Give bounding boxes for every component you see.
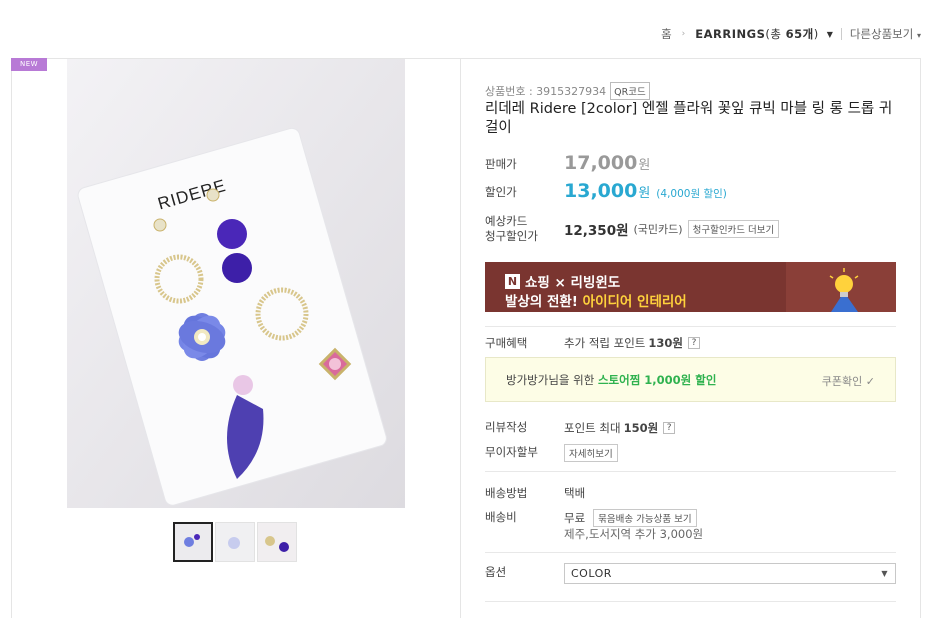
card-label-line1: 예상카드	[485, 214, 528, 228]
installment-label: 무이자할부	[485, 445, 538, 459]
caret-down-icon[interactable]: ▼	[827, 30, 833, 39]
caret-down-icon: ▾	[916, 31, 921, 40]
product-info-panel: 상품번호 : 3915327934 QR코드 리데레 Ridere [2colo…	[460, 58, 921, 618]
shipping-fee-value: 무료	[564, 511, 586, 525]
sale-price-value: 17,000	[564, 152, 638, 174]
product-id: 상품번호 : 3915327934 QR코드	[485, 82, 650, 100]
thumbnail-2[interactable]	[215, 522, 255, 562]
category-count-prefix: (총	[765, 27, 786, 41]
discount-price-value: 13,000	[564, 180, 638, 202]
product-title: 리데레 Ridere [2color] 엔젤 플라워 꽃잎 큐빅 마블 링 롱 …	[485, 101, 893, 136]
caret-down-icon: ▼	[881, 569, 888, 578]
top-bar: 홈 › EARRINGS(총 65개) ▼ 다른상품보기 ▾	[0, 0, 927, 58]
category-name: EARRINGS	[695, 27, 766, 41]
help-icon[interactable]: ?	[663, 422, 676, 434]
banner-line2: 발상의 전환! 아이디어 인테리어	[505, 290, 687, 310]
thumbnail-image	[216, 523, 254, 561]
banner-line2-b: 아이디어 인테리어	[582, 294, 687, 310]
review-info: 포인트 최대 150원 ?	[564, 420, 676, 436]
breadcrumb: 홈 › EARRINGS(총 65개) ▼ 다른상품보기 ▾	[661, 26, 921, 42]
sale-price: 17,000원	[564, 152, 650, 174]
category-count: 65개	[785, 27, 814, 41]
shipping-method: 택배	[564, 486, 586, 500]
product-id-text: 상품번호 : 3915327934	[485, 85, 607, 98]
help-icon[interactable]: ?	[687, 337, 700, 349]
earrings-photo: RIDERE	[67, 59, 405, 508]
thumbnail-image	[258, 523, 296, 561]
card-label-line2: 청구할인가	[485, 229, 538, 243]
card-price-value: 12,350원	[564, 223, 629, 239]
discount-price: 13,000 원 (4,000원 할인)	[564, 180, 727, 202]
thumbnail-image	[175, 524, 211, 560]
installment-detail-button[interactable]: 자세히보기	[564, 444, 618, 462]
review-label: 리뷰작성	[485, 420, 528, 434]
currency-unit: 원	[638, 158, 651, 173]
banner-line1: N 쇼핑 × 리빙윈도	[505, 271, 620, 291]
review-text: 포인트 최대	[564, 421, 621, 435]
coupon-check-button[interactable]: 쿠폰확인 ✓	[822, 373, 875, 389]
category-dropdown[interactable]: EARRINGS(총 65개)	[695, 26, 818, 42]
other-products-dropdown[interactable]: 다른상품보기 ▾	[850, 26, 921, 42]
thumbnail-strip	[173, 522, 297, 562]
banner-line1-text: 쇼핑 × 리빙윈도	[525, 275, 621, 291]
divider	[485, 552, 896, 553]
benefit-label: 구매혜택	[485, 336, 528, 350]
bundle-shipping-button[interactable]: 묶음배송 가능상품 보기	[593, 509, 697, 527]
divider	[485, 326, 896, 327]
sale-price-label: 판매가	[485, 157, 517, 171]
coupon-text-prefix: 방가방가님을 위한	[506, 373, 598, 387]
category-count-suffix: )	[813, 27, 819, 41]
divider	[485, 601, 896, 602]
thumbnail-1[interactable]	[173, 522, 213, 562]
thumbnail-3[interactable]	[257, 522, 297, 562]
option-selected-value: COLOR	[571, 567, 612, 580]
discount-note: (4,000원 할인)	[656, 188, 727, 200]
promo-banner[interactable]: N 쇼핑 × 리빙윈도 발상의 전환! 아이디어 인테리어	[485, 262, 896, 312]
card-name: (국민카드)	[633, 223, 683, 236]
other-products-label: 다른상품보기	[849, 27, 914, 41]
shipping-fee: 무료 묶음배송 가능상품 보기	[564, 509, 697, 527]
main-product-image[interactable]: RIDERE	[67, 59, 405, 508]
card-price: 12,350원 (국민카드) 청구할인카드 더보기	[564, 219, 780, 239]
coupon-text: 방가방가님을 위한 스토어찜 1,000원 할인	[506, 372, 716, 388]
color-option-select[interactable]: COLOR ▼	[564, 563, 896, 584]
coupon-box[interactable]: 방가방가님을 위한 스토어찜 1,000원 할인 쿠폰확인 ✓	[485, 357, 896, 402]
divider	[840, 28, 842, 40]
breadcrumb-home-link[interactable]: 홈	[661, 26, 672, 42]
shipping-method-label: 배송방법	[485, 486, 528, 500]
naver-logo-icon: N	[505, 273, 520, 289]
shipping-fee-label: 배송비	[485, 510, 517, 524]
banner-line2-a: 발상의 전환!	[505, 294, 583, 310]
shipping-extra: 제주,도서지역 추가 3,000원	[564, 527, 704, 541]
chevron-right-icon: ›	[681, 29, 686, 39]
benefit-info: 추가 적립 포인트 130원 ?	[564, 335, 700, 351]
benefit-amount: 130원	[648, 336, 683, 350]
qr-code-button[interactable]: QR코드	[610, 82, 650, 100]
coupon-highlight: 스토어찜 1,000원 할인	[597, 373, 717, 387]
discount-price-label: 할인가	[485, 185, 517, 199]
lightbulb-icon	[786, 262, 896, 312]
card-price-label: 예상카드 청구할인가	[485, 214, 538, 244]
divider	[485, 471, 896, 472]
installment-info: 자세히보기	[564, 444, 618, 462]
option-label: 옵션	[485, 565, 507, 579]
new-badge: NEW	[11, 58, 47, 71]
currency-unit: 원	[638, 186, 651, 201]
benefit-text: 추가 적립 포인트	[564, 336, 646, 350]
card-more-button[interactable]: 청구할인카드 더보기	[687, 220, 780, 238]
review-amount: 150원	[623, 421, 659, 435]
